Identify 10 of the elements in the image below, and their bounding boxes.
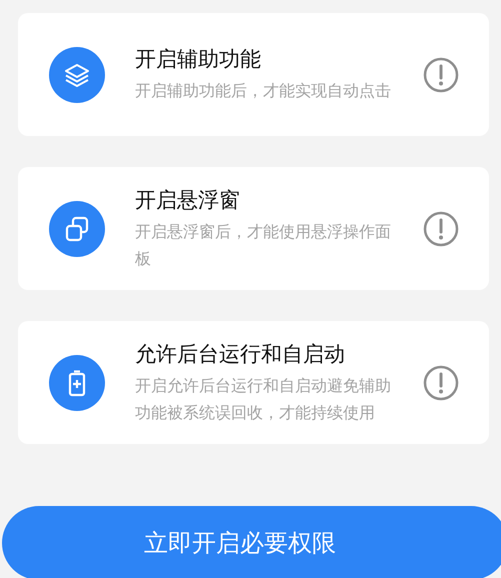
permission-title: 开启辅助功能 (135, 46, 262, 73)
permission-title: 允许后台运行和自启动 (135, 340, 346, 368)
alert-icon[interactable] (423, 364, 459, 400)
permission-description: 开启辅助功能后，才能实现自动点击 (135, 80, 392, 102)
permission-title: 开启悬浮窗 (135, 186, 241, 214)
permission-description: 开启悬浮窗后，才能使用悬浮操作面板 (135, 220, 392, 270)
alert-icon[interactable] (423, 210, 459, 246)
permission-description: 开启允许后台运行和自启动避免辅助功能被系统误回收，才能持续使用 (135, 374, 392, 424)
alert-icon[interactable] (423, 56, 459, 92)
enable-permissions-button[interactable]: 立即开启必要权限 (2, 506, 501, 578)
